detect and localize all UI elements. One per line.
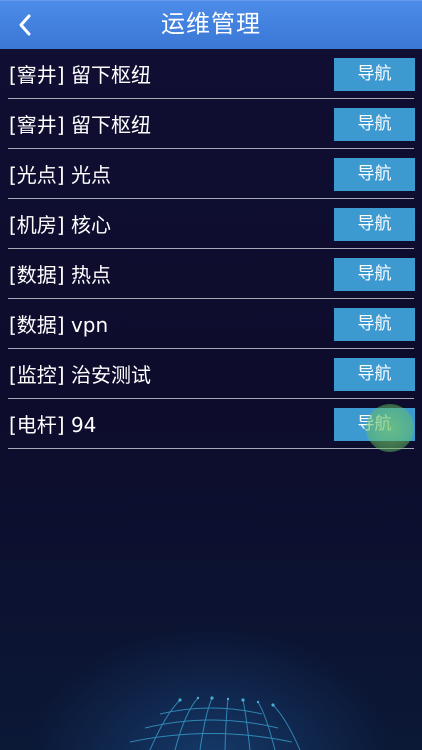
list-item: [窨井] 留下枢纽 导航 bbox=[0, 99, 422, 149]
navigate-button[interactable]: 导航 bbox=[334, 408, 415, 441]
list-item: [数据] vpn 导航 bbox=[0, 299, 422, 349]
navigate-button[interactable]: 导航 bbox=[334, 158, 415, 191]
navigate-button[interactable]: 导航 bbox=[334, 358, 415, 391]
list-item: [光点] 光点 导航 bbox=[0, 149, 422, 199]
app-header: 运维管理 bbox=[0, 0, 422, 49]
list-item-label: [监控] 治安测试 bbox=[9, 363, 151, 387]
page-title: 运维管理 bbox=[161, 10, 261, 38]
list-item: [窨井] 留下枢纽 导航 bbox=[0, 49, 422, 99]
navigate-button[interactable]: 导航 bbox=[334, 108, 415, 141]
facility-list: [窨井] 留下枢纽 导航 [窨井] 留下枢纽 导航 [光点] 光点 导航 [机房… bbox=[0, 49, 422, 449]
list-item-label: [电杆] 94 bbox=[9, 413, 97, 437]
navigate-button[interactable]: 导航 bbox=[334, 58, 415, 91]
list-item: [机房] 核心 导航 bbox=[0, 199, 422, 249]
list-item: [数据] 热点 导航 bbox=[0, 249, 422, 299]
list-item-label: [光点] 光点 bbox=[9, 163, 111, 187]
navigate-button[interactable]: 导航 bbox=[334, 258, 415, 291]
list-item-label: [数据] vpn bbox=[9, 313, 109, 337]
navigate-button[interactable]: 导航 bbox=[334, 208, 415, 241]
list-item-label: [窨井] 留下枢纽 bbox=[9, 113, 151, 137]
navigate-button[interactable]: 导航 bbox=[334, 308, 415, 341]
list-item-label: [数据] 热点 bbox=[9, 263, 111, 287]
list-item-label: [窨井] 留下枢纽 bbox=[9, 63, 151, 87]
list-item-label: [机房] 核心 bbox=[9, 213, 111, 237]
list-item: [监控] 治安测试 导航 bbox=[0, 349, 422, 399]
list-item: [电杆] 94 导航 bbox=[0, 399, 422, 449]
